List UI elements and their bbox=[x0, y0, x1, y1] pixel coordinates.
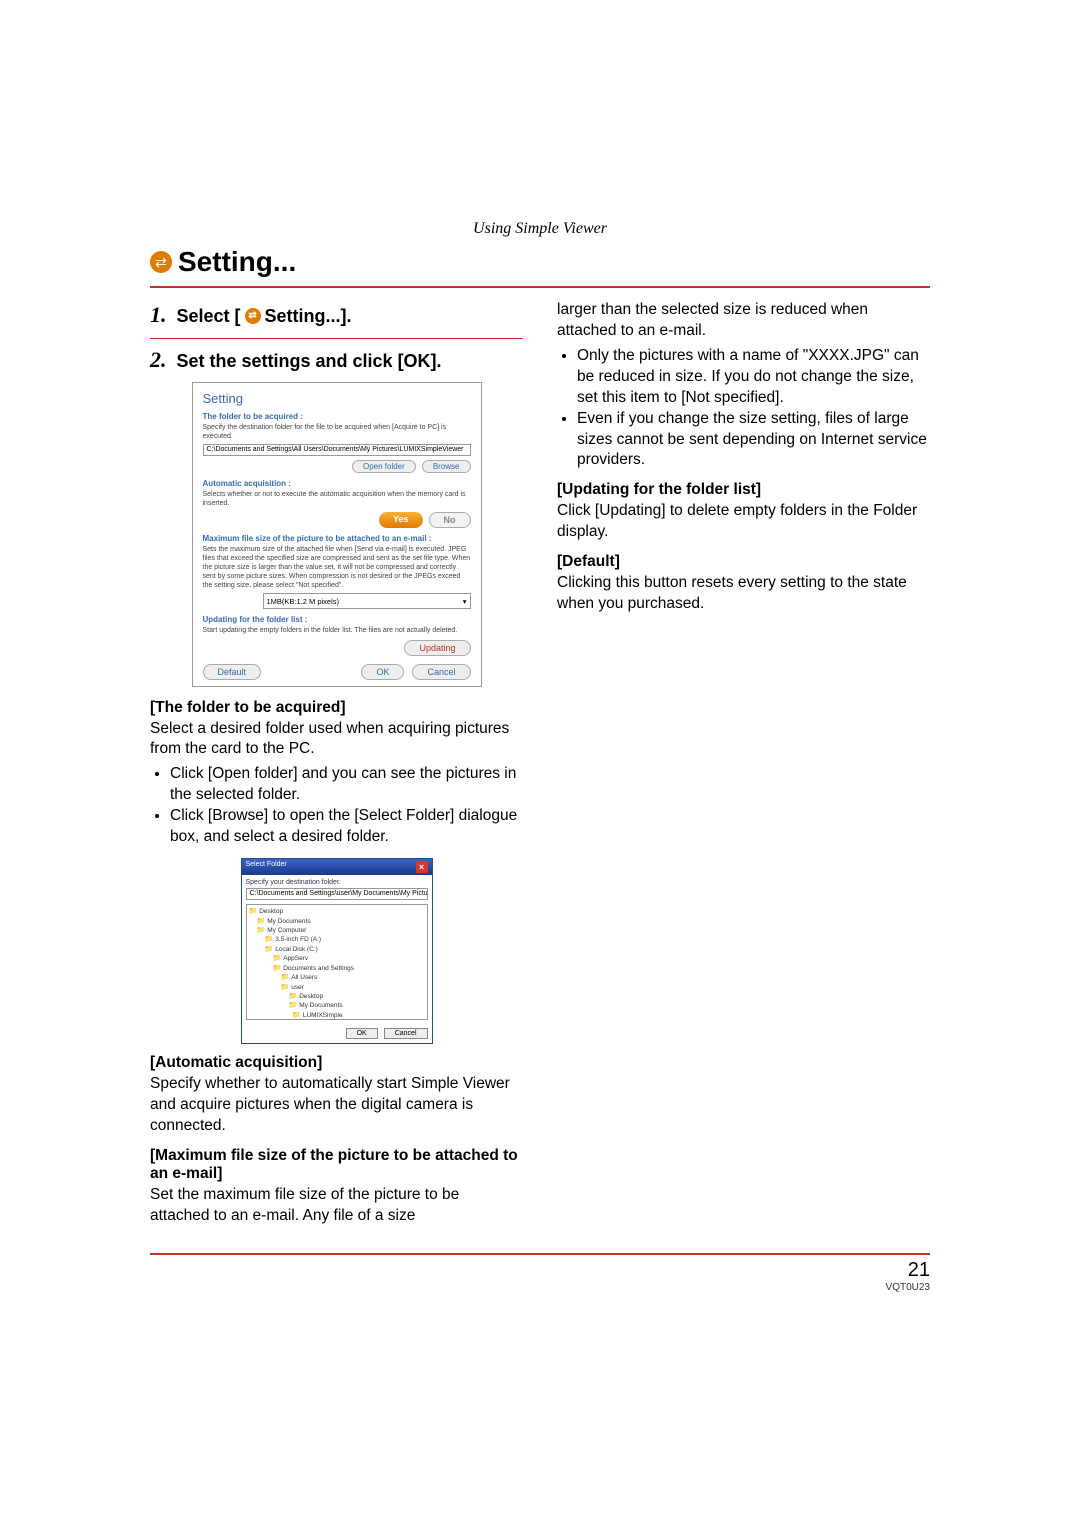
tree-node: Documents and Settings bbox=[249, 964, 425, 973]
max-bullets: Only the pictures with a name of "XXXX.J… bbox=[557, 346, 930, 472]
browse-button[interactable]: Browse bbox=[422, 460, 471, 473]
page-content: Using Simple Viewer ⇄ Setting... 1. Sele… bbox=[150, 220, 930, 1293]
folder-path-input[interactable]: C:\Documents and Settings\All Users\Docu… bbox=[203, 444, 471, 456]
step-1: 1. Select [ ⇄ Setting...]. bbox=[150, 304, 523, 328]
dlg-section-auto-title: Automatic acquisition : bbox=[203, 479, 471, 488]
default-desc: Clicking this button resets every settin… bbox=[557, 573, 930, 615]
dialog-title: Setting bbox=[203, 391, 471, 406]
dlg-section-max-desc: Sets the maximum size of the attached fi… bbox=[203, 545, 471, 590]
swap-icon: ⇄ bbox=[150, 251, 172, 273]
dlg-section-folder-desc: Specify the destination folder for the f… bbox=[203, 423, 471, 441]
bullet: Click [Browse] to open the [Select Folde… bbox=[170, 806, 523, 848]
running-header: Using Simple Viewer bbox=[150, 220, 930, 238]
tree-node: Desktop bbox=[249, 907, 425, 916]
default-button[interactable]: Default bbox=[203, 664, 262, 680]
tree-node: AppServ bbox=[249, 954, 425, 963]
updating-button[interactable]: Updating bbox=[404, 640, 470, 656]
tree-node: All Users bbox=[249, 973, 425, 982]
step-2-text: Set the settings and click [OK]. bbox=[177, 349, 442, 373]
select-folder-titlebar: Select Folder × bbox=[242, 859, 432, 875]
tree-node: user bbox=[249, 983, 425, 992]
tree-node: My Documents bbox=[249, 1001, 425, 1010]
bullet: Only the pictures with a name of "XXXX.J… bbox=[577, 346, 930, 409]
cancel-button[interactable]: Cancel bbox=[412, 664, 470, 680]
subhead-update: [Updating for the folder list] bbox=[557, 481, 930, 499]
bullet: Click [Open folder] and you can see the … bbox=[170, 764, 523, 806]
dlg-section-folder-title: The folder to be acquired : bbox=[203, 412, 471, 421]
bullet: Even if you change the size setting, fil… bbox=[577, 409, 930, 472]
subhead-folder: [The folder to be acquired] bbox=[150, 699, 523, 717]
open-folder-button[interactable]: Open folder bbox=[352, 460, 416, 473]
folder-bullets: Click [Open folder] and you can see the … bbox=[150, 764, 523, 848]
folder-tree[interactable]: Desktop My Documents My Computer 3.5-inc… bbox=[246, 904, 428, 1020]
tree-node[interactable]: LUMIXSimple bbox=[249, 1011, 425, 1020]
tree-node: Desktop bbox=[249, 992, 425, 1001]
divider bbox=[150, 286, 930, 288]
select-folder-dialog: Select Folder × Specify your destination… bbox=[241, 858, 433, 1044]
dlg-section-update-desc: Start updating the empty folders in the … bbox=[203, 626, 471, 635]
close-icon[interactable]: × bbox=[416, 861, 428, 873]
document-code: VQT0U23 bbox=[150, 1282, 930, 1293]
update-desc: Click [Updating] to delete empty folders… bbox=[557, 501, 930, 543]
tree-node: Local Disk (C:) bbox=[249, 945, 425, 954]
subhead-auto: [Automatic acquisition] bbox=[150, 1054, 523, 1072]
folder-desc: Select a desired folder used when acquir… bbox=[150, 719, 523, 761]
subhead-default: [Default] bbox=[557, 553, 930, 571]
setting-dialog: Setting The folder to be acquired : Spec… bbox=[192, 382, 482, 687]
subhead-max: [Maximum file size of the picture to be … bbox=[150, 1147, 523, 1183]
browser-cancel-button[interactable]: Cancel bbox=[384, 1028, 428, 1039]
chevron-down-icon: ▾ bbox=[463, 597, 467, 606]
max-size-select[interactable]: 1MB(KB:1.2 M pixels) ▾ bbox=[263, 593, 471, 609]
yes-button[interactable]: Yes bbox=[379, 512, 423, 528]
dlg-section-auto-desc: Selects whether or not to execute the au… bbox=[203, 490, 471, 508]
page-number: 21 bbox=[150, 1259, 930, 1282]
dlg-section-max-title: Maximum file size of the picture to be a… bbox=[203, 534, 471, 543]
tree-node: My Computer bbox=[249, 926, 425, 935]
page-footer: 21 VQT0U23 bbox=[150, 1253, 930, 1293]
tree-node: 3.5-inch FD (A:) bbox=[249, 935, 425, 944]
dlg-section-update-title: Updating for the folder list : bbox=[203, 615, 471, 624]
page-title: ⇄ Setting... bbox=[150, 246, 930, 278]
max-desc: Set the maximum file size of the picture… bbox=[150, 1185, 523, 1227]
right-column: larger than the selected size is reduced… bbox=[557, 298, 930, 1229]
swap-icon: ⇄ bbox=[245, 308, 261, 324]
auto-desc: Specify whether to automatically start S… bbox=[150, 1074, 523, 1137]
select-folder-path[interactable]: C:\Documents and Settings\user\My Docume… bbox=[246, 888, 428, 900]
tree-node: My Documents bbox=[249, 917, 425, 926]
max-cont: larger than the selected size is reduced… bbox=[557, 300, 930, 342]
ok-button[interactable]: OK bbox=[361, 664, 404, 680]
step-1-text: Select [ ⇄ Setting...]. bbox=[177, 304, 352, 328]
select-folder-label: Specify your destination folder. bbox=[246, 879, 428, 886]
no-button[interactable]: No bbox=[429, 512, 471, 528]
step-2: 2. Set the settings and click [OK]. bbox=[150, 349, 523, 373]
divider bbox=[150, 338, 523, 339]
browser-ok-button[interactable]: OK bbox=[346, 1028, 378, 1039]
left-column: 1. Select [ ⇄ Setting...]. 2. Set the se… bbox=[150, 298, 523, 1229]
